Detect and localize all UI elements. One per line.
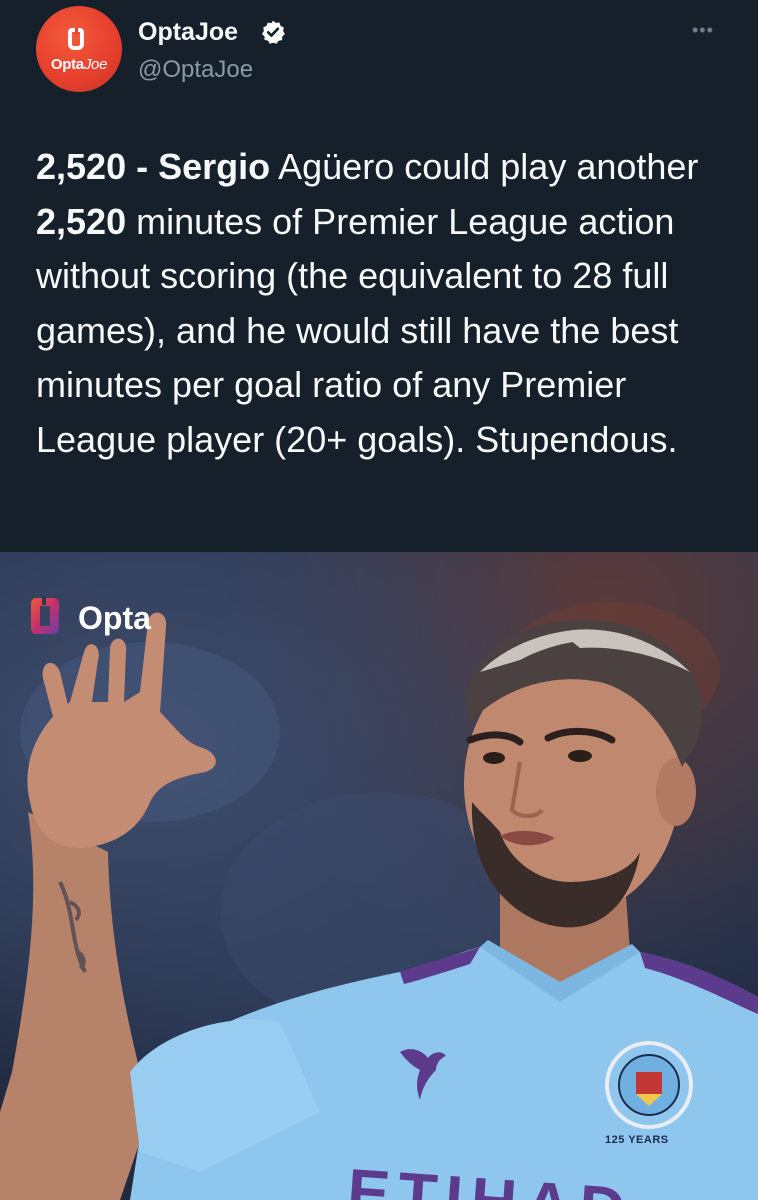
tweet-media-image[interactable]: 125 YEARS ETIHAD Opta <box>0 552 758 1200</box>
opta-logo-text: Opta <box>78 600 151 636</box>
tweet-text: 2,520 - Sergio Agüero could play another… <box>36 140 736 467</box>
avatar-label-opta: Opta <box>50 56 84 73</box>
verified-badge-icon <box>261 20 285 44</box>
avatar-label: OptaJoe <box>36 56 122 73</box>
tweet-text-segment: Agüero could play another <box>270 146 699 187</box>
player-photo <box>0 602 758 1200</box>
user-handle[interactable]: @OptaJoe <box>138 56 253 84</box>
more-horizontal-icon[interactable]: ••• <box>692 20 720 40</box>
opta-logo-icon <box>31 596 59 634</box>
tweet-text-segment: 2,520 - Sergio <box>36 146 271 187</box>
badge-years-label: 125 YEARS <box>605 1134 669 1146</box>
avatar[interactable]: OptaJoe <box>36 6 122 92</box>
avatar-label-joe: Joe <box>83 56 108 73</box>
display-name[interactable]: OptaJoe <box>138 18 238 47</box>
tweet-header: OptaJoe OptaJoe @OptaJoe ••• <box>0 0 758 120</box>
tweet-text-segment: minutes of Premier League action without… <box>36 200 679 460</box>
tweet-text-segment: 2,520 <box>36 200 127 242</box>
opta-logo-icon <box>68 28 84 50</box>
